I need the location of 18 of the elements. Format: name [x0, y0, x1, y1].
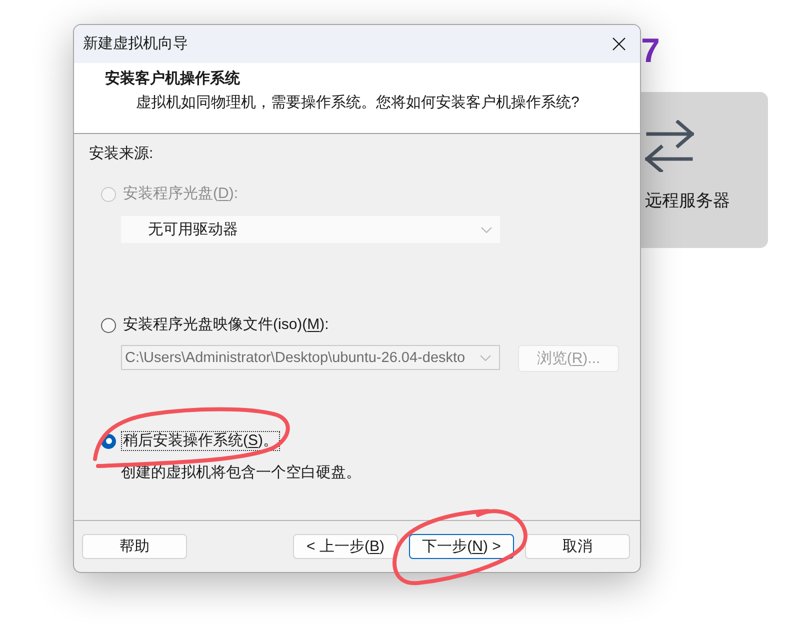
window-title: 新建虚拟机向导	[83, 34, 188, 54]
dialog-button[interactable]: 下一步(N) >	[409, 534, 514, 559]
section-label: 安装来源:	[89, 144, 154, 164]
radio-button[interactable]	[101, 318, 116, 332]
page-title: 安装客户机操作系统	[105, 69, 240, 89]
dialog-button[interactable]: 取消	[525, 534, 630, 559]
page-subtitle: 虚拟机如同物理机，需要操作系统。您将如何安装客户机操作系统?	[136, 93, 580, 113]
option-label[interactable]: 安装程序光盘映像文件(iso)(M):	[121, 315, 331, 335]
dialog-button[interactable]: < 上一步(B)	[293, 534, 398, 559]
close-button[interactable]	[611, 36, 627, 52]
heading-text: 7	[641, 34, 660, 68]
dialog-button[interactable]: 帮助	[82, 534, 187, 559]
card-label: 远程服务器	[645, 191, 730, 211]
swap-arrows-icon	[645, 120, 694, 172]
close-icon	[612, 37, 626, 51]
chevron-down-icon	[480, 354, 491, 360]
option-label[interactable]: 稍后安装操作系统(S)。	[121, 431, 280, 451]
chevron-down-icon	[481, 226, 492, 232]
